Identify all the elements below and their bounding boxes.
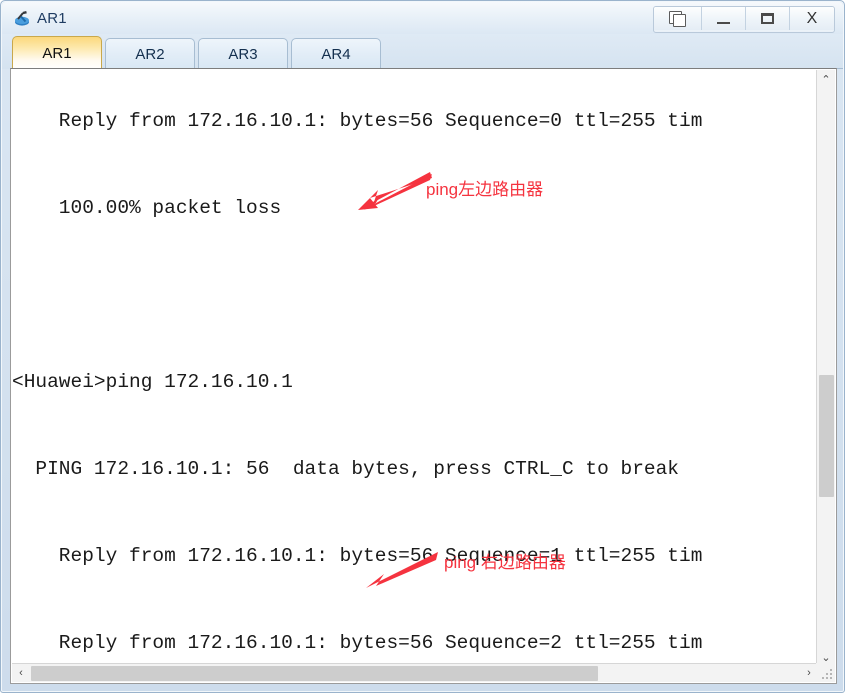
- tab-strip-filler: [384, 37, 843, 69]
- title-bar: AR1 X: [2, 2, 843, 34]
- router-device-icon: [12, 8, 32, 28]
- vertical-scrollbar-thumb[interactable]: [819, 375, 834, 497]
- annotation-label-left-router: ping左边路由器: [426, 180, 544, 199]
- annotation-label-right-router: ping 右边路由器: [444, 553, 566, 572]
- tab-ar2[interactable]: AR2: [105, 38, 195, 69]
- tab-label: AR2: [135, 45, 165, 63]
- annotation-arrow-left-router: [358, 172, 432, 210]
- terminal-line: PING 172.16.10.1: 56 data bytes, press C…: [12, 458, 680, 480]
- terminal-line: <Huawei>ping 172.16.10.1: [12, 371, 293, 393]
- window-title: AR1: [37, 9, 67, 27]
- restore-down-button[interactable]: [654, 7, 702, 30]
- close-button[interactable]: X: [790, 7, 834, 30]
- terminal-window: AR1 X AR1 AR2 AR3 AR4 Reply from 172.16.…: [0, 0, 845, 693]
- minimize-button[interactable]: [702, 7, 746, 30]
- tab-ar1[interactable]: AR1: [12, 36, 102, 69]
- horizontal-scrollbar-thumb[interactable]: [31, 666, 598, 681]
- maximize-button[interactable]: [746, 7, 790, 30]
- terminal-client-area: Reply from 172.16.10.1: bytes=56 Sequenc…: [10, 68, 837, 684]
- window-controls: X: [653, 6, 835, 33]
- close-icon: X: [806, 9, 818, 27]
- terminal-line: Reply from 172.16.10.1: bytes=56 Sequenc…: [12, 110, 703, 132]
- tab-ar4[interactable]: AR4: [291, 38, 381, 69]
- vertical-scrollbar[interactable]: ⌃ ⌄: [816, 70, 835, 666]
- scroll-up-icon[interactable]: ⌃: [817, 70, 835, 88]
- tab-strip: AR1 AR2 AR3 AR4: [2, 34, 843, 69]
- terminal-viewport[interactable]: Reply from 172.16.10.1: bytes=56 Sequenc…: [12, 70, 818, 666]
- annotation-arrow-right-router: [366, 552, 438, 588]
- maximize-icon: [761, 13, 774, 24]
- tab-label: AR1: [42, 44, 72, 62]
- scroll-left-icon[interactable]: ‹: [12, 664, 30, 682]
- tab-label: AR3: [228, 45, 258, 63]
- resize-grip[interactable]: [816, 663, 835, 682]
- tab-ar3[interactable]: AR3: [198, 38, 288, 69]
- tab-label: AR4: [321, 45, 351, 63]
- terminal-line: Reply from 172.16.10.1: bytes=56 Sequenc…: [12, 632, 703, 654]
- horizontal-scrollbar[interactable]: ‹ ›: [12, 663, 818, 682]
- minimize-icon: [717, 22, 730, 24]
- restore-icon: [669, 11, 686, 27]
